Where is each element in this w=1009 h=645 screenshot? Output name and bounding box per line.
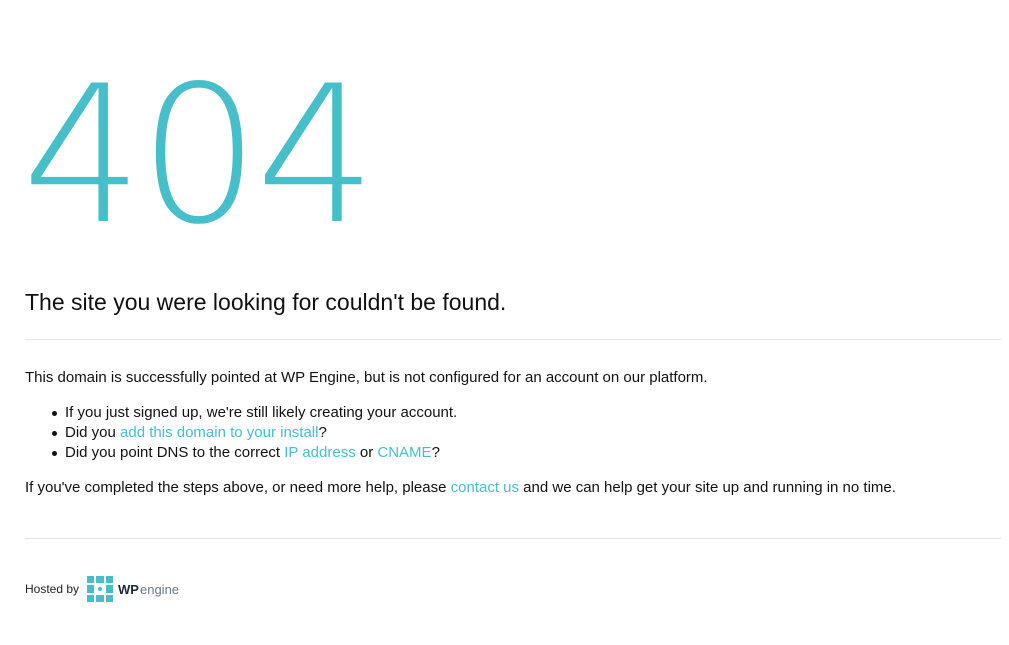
help-suffix: and we can help get your site up and run… (519, 479, 896, 496)
add-domain-link[interactable]: add this domain to your install (120, 424, 318, 441)
list-item: Did you point DNS to the correct IP addr… (25, 443, 457, 463)
intro-text: This domain is successfully pointed at W… (25, 369, 708, 386)
help-text: If you've completed the steps above, or … (25, 478, 896, 498)
cname-link[interactable]: CNAME (377, 444, 431, 461)
error-page: 404 The site you were looking for couldn… (0, 0, 1009, 645)
ip-address-link[interactable]: IP address (284, 444, 355, 461)
footer: Hosted by WP engine (25, 576, 179, 602)
contact-us-link[interactable]: contact us (451, 479, 519, 496)
error-code: 404 (22, 45, 377, 266)
list-item: If you just signed up, we're still likel… (25, 403, 457, 423)
steps-list: If you just signed up, we're still likel… (25, 403, 457, 463)
logo-engine-text: engine (139, 581, 180, 597)
step-text: ? (318, 424, 327, 441)
list-item: Did you add this domain to your install? (25, 423, 457, 443)
step-text: Did you (65, 424, 121, 441)
wpengine-logo-icon (87, 576, 114, 602)
divider-top (25, 339, 1001, 340)
step-text: Did you point DNS to the correct (65, 444, 285, 461)
hosted-by-label: Hosted by (25, 582, 80, 596)
divider-bottom (25, 538, 1001, 539)
step-text: If you just signed up, we're still likel… (65, 404, 458, 421)
wpengine-logo[interactable]: WP engine (87, 576, 179, 602)
help-prefix: If you've completed the steps above, or … (25, 479, 451, 496)
logo-wp-text: WP (118, 581, 139, 597)
step-text: ? (431, 444, 440, 461)
step-text: or (355, 444, 378, 461)
page-title: The site you were looking for couldn't b… (25, 289, 507, 315)
